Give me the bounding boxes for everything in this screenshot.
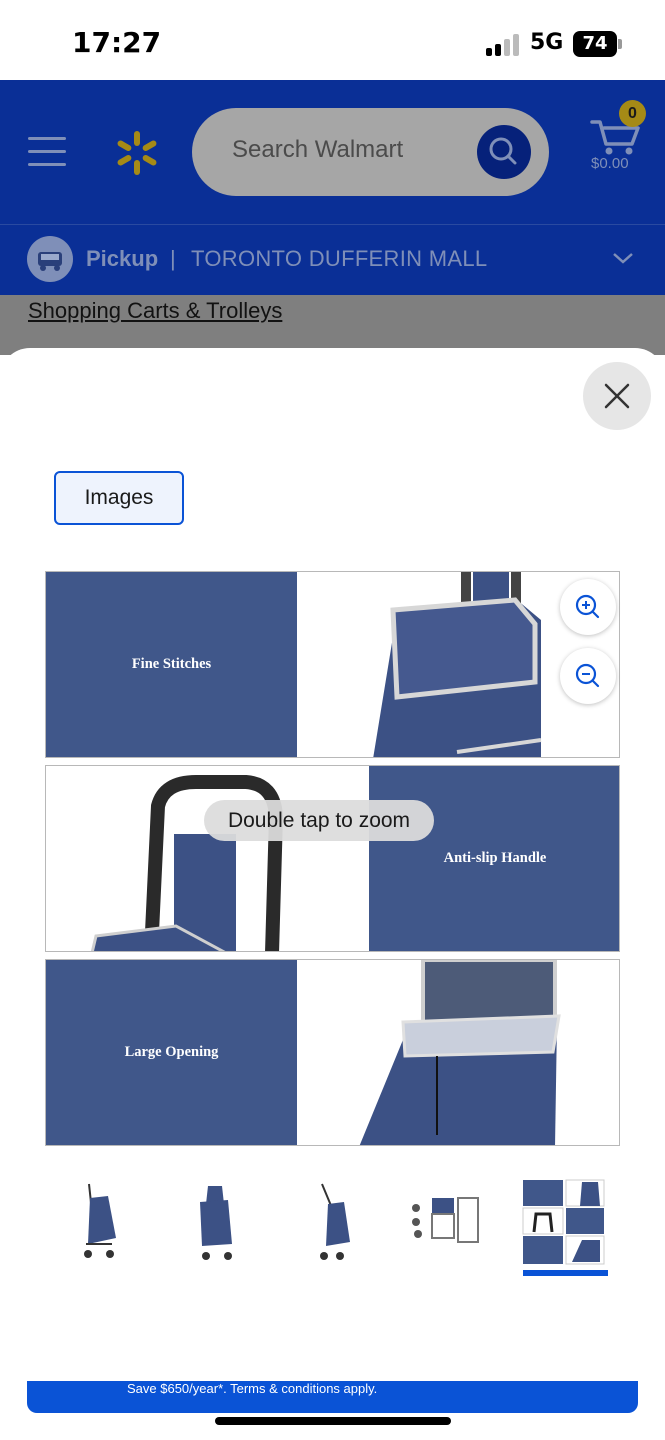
product-image-panel[interactable]: Large Opening xyxy=(45,959,620,1146)
tab-images[interactable]: Images xyxy=(54,471,184,525)
pickup-separator: | xyxy=(170,246,176,271)
status-bar: 17:27 5G 74 xyxy=(0,0,665,80)
zoom-hint-tooltip: Double tap to zoom xyxy=(204,800,434,841)
menu-icon[interactable] xyxy=(28,137,66,167)
pickup-store-name: TORONTO DUFFERIN MALL xyxy=(191,246,488,271)
feature-label: Anti-slip Handle xyxy=(369,766,619,951)
search-icon xyxy=(489,137,517,165)
network-label: 5G xyxy=(530,30,564,55)
pickup-store-icon xyxy=(27,236,73,282)
thumbnail-3[interactable] xyxy=(288,1178,374,1268)
close-icon xyxy=(604,383,630,409)
thumbnail-4[interactable] xyxy=(404,1178,490,1268)
product-image-panel[interactable]: Fine Stitches xyxy=(45,571,620,758)
chevron-down-icon[interactable] xyxy=(612,250,634,266)
breadcrumb[interactable]: Shopping Carts & Trolleys xyxy=(28,298,282,324)
zoom-in-button[interactable] xyxy=(560,579,616,635)
promo-text: Save $650/year*. Terms & conditions appl… xyxy=(127,1381,378,1396)
product-image-panel[interactable]: Anti-slip Handle xyxy=(45,765,620,952)
search-button[interactable] xyxy=(477,125,531,179)
search-input[interactable]: Search Walmart xyxy=(192,108,549,196)
pickup-label: Pickup xyxy=(86,246,159,271)
thumbnail-1[interactable] xyxy=(56,1178,142,1268)
product-photo xyxy=(90,775,284,951)
cart-count-badge: 0 xyxy=(619,100,646,127)
close-button[interactable] xyxy=(583,362,651,430)
zoom-out-icon xyxy=(575,663,600,688)
selected-thumbnail-indicator xyxy=(523,1270,608,1276)
thumbnail-2[interactable] xyxy=(172,1178,258,1268)
product-photo xyxy=(359,960,561,1145)
signal-icon xyxy=(486,34,520,56)
home-indicator xyxy=(215,1417,451,1425)
thumbnail-5[interactable] xyxy=(520,1178,606,1268)
cart-total: $0.00 xyxy=(591,155,629,172)
zoom-in-icon xyxy=(575,594,600,619)
walmart-spark-icon[interactable] xyxy=(112,128,162,178)
feature-label: Fine Stitches xyxy=(46,572,297,757)
feature-label: Large Opening xyxy=(46,960,297,1145)
battery-cap xyxy=(618,39,622,49)
zoom-out-button[interactable] xyxy=(560,648,616,704)
status-time: 17:27 xyxy=(72,26,162,59)
battery-icon: 74 xyxy=(573,31,617,57)
search-placeholder: Search Walmart xyxy=(232,136,404,163)
